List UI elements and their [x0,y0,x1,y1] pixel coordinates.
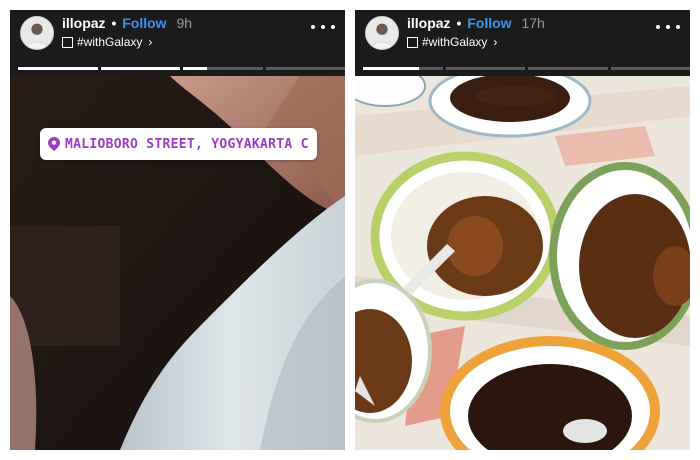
more-options-icon[interactable] [311,20,335,34]
tag-label: #withGalaxy [422,35,488,49]
location-sticker[interactable]: MALIOBORO STREET, YOGYAKARTA CI... [40,128,317,160]
timestamp: 9h [176,15,193,31]
story-panel-left[interactable]: illopaz • Follow 9h #withGalaxy › MALIOB… [10,10,345,450]
story-progress-bar [363,67,690,70]
follow-button[interactable]: Follow [122,15,166,31]
user-line: illopaz • Follow 17h [407,15,545,31]
follow-button[interactable]: Follow [467,15,511,31]
tag-line[interactable]: #withGalaxy › [407,35,497,49]
username-link[interactable]: illopaz [407,15,451,31]
progress-segment [18,67,98,70]
story-photo-food-bowls [355,76,690,450]
progress-segment [183,67,263,70]
progress-segment [363,67,443,70]
progress-segment [265,67,345,70]
separator-dot: • [456,15,462,31]
checkbox-icon [407,36,418,48]
checkbox-icon [62,36,73,48]
username-link[interactable]: illopaz [62,15,106,31]
progress-segment [528,67,608,70]
progress-segment [610,67,690,70]
avatar[interactable] [365,16,399,50]
story-header-left: illopaz • Follow 9h #withGalaxy › [10,10,345,70]
story-progress-bar [18,67,345,70]
user-line: illopaz • Follow 9h [62,15,192,31]
progress-segment [100,67,180,70]
tag-line[interactable]: #withGalaxy › [62,35,152,49]
story-media-right[interactable] [355,76,690,450]
avatar[interactable] [20,16,54,50]
story-header-right: illopaz • Follow 17h #withGalaxy › [355,10,690,70]
chevron-right-icon: › [493,35,498,49]
chevron-right-icon: › [148,35,153,49]
separator-dot: • [111,15,117,31]
progress-segment [445,67,525,70]
timestamp: 17h [521,15,545,31]
location-pin-icon [48,137,60,151]
story-panel-right[interactable]: illopaz • Follow 17h #withGalaxy › [355,10,690,450]
more-options-icon[interactable] [656,20,680,34]
location-label: MALIOBORO STREET, YOGYAKARTA CI... [65,136,309,152]
tag-label: #withGalaxy [77,35,143,49]
